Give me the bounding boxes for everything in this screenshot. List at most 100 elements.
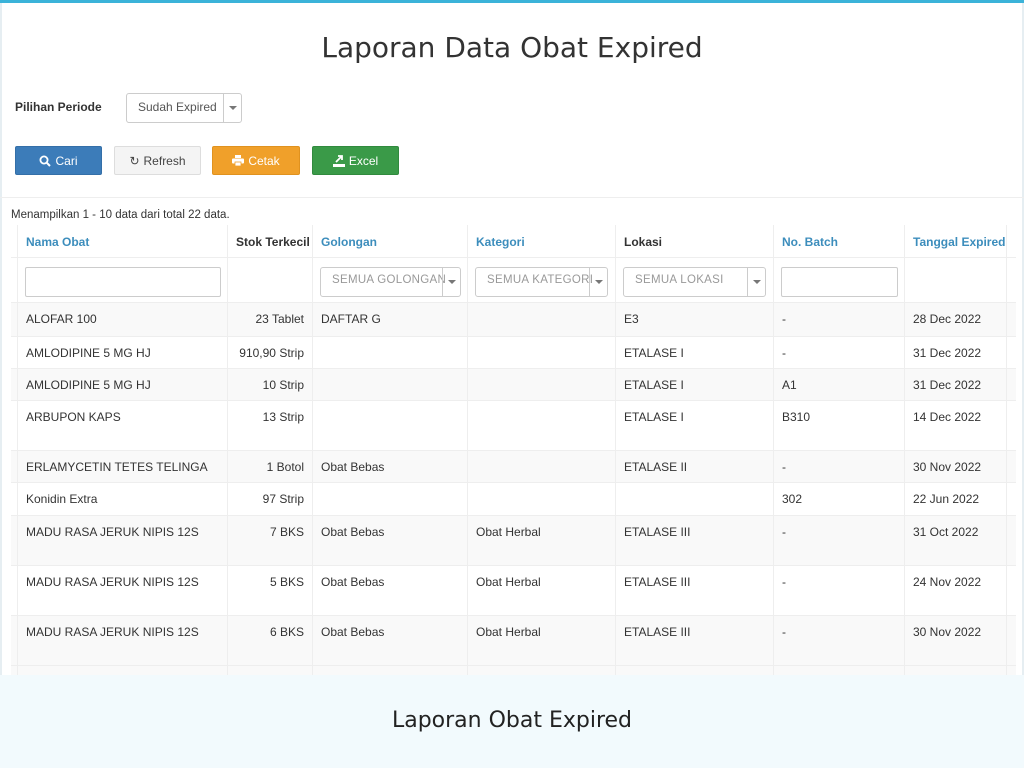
col-header-no-batch[interactable]: No. Batch [774,225,905,257]
cetak-button[interactable]: Cetak [212,146,300,175]
refresh-button[interactable]: ↻ Refresh [114,146,201,175]
cell-tanggal-expired: 28 Dec 2022 [905,303,1007,336]
excel-button[interactable]: Excel [312,146,399,175]
tanggal-expired-value: 30 Nov 2022 [913,625,982,639]
table-row[interactable]: MADU RASA JERUK NIPIS 12S 7 BKS Obat Bebas… [11,516,1016,566]
kategori-dropdown-toggle[interactable] [589,268,607,296]
tanggal-expired-value: 30 Nov 2022 [913,460,982,474]
col-header-lokasi: Lokasi [616,225,774,257]
lokasi-value: ETALASE III [624,525,691,539]
report-panel: Laporan Data Obat Expired Pilihan Period… [0,0,1024,675]
cell-kategori [468,483,616,515]
stok-value: 1 Botol [266,460,304,474]
cell-no-batch: - [774,566,905,615]
cell-tanggal-expired: 30 Nov 2022 [905,451,1007,482]
stok-value: 23 Tablet [255,312,305,326]
table-row[interactable]: AMLODIPINE 5 MG HJ 910,90 Strip ETALASE I -… [11,337,1016,369]
golongan-value: DAFTAR G [321,312,381,326]
cell-no-batch [774,666,905,675]
nama-obat-value: MADU RASA JERUK NIPIS 12S [26,625,199,639]
stok-value: 13 Strip [262,410,304,424]
pagination-summary: Menampilkan 1 - 10 data dari total 22 da… [11,209,230,221]
no-batch-value: - [782,346,786,360]
cell-nama-obat: AMLODIPINE 5 MG HJ [17,337,228,368]
cell-tanggal-expired: 30 Nov 2022 [905,616,1007,665]
cell-lokasi: ETALASE III [616,616,774,665]
cell-golongan: Obat Bebas [313,616,468,665]
lokasi-filter-select[interactable]: SEMUA LOKASI [623,267,766,297]
stok-value: 910,90 Strip [239,346,304,360]
no-batch-filter-input[interactable] [781,267,898,297]
kategori-value: Obat Herbal [476,575,541,589]
cell-golongan [313,666,468,675]
cell-nama-obat: MADU RASA JERUK NIPIS 12S [17,616,228,665]
lokasi-dropdown-toggle[interactable] [747,268,765,296]
no-batch-value: - [782,312,786,326]
cell-golongan [313,337,468,368]
cell-no-batch: - [774,516,905,565]
cell-stok [228,666,313,675]
table-row[interactable]: ARBUPON KAPS 13 Strip ETALASE I B310 14 Dec … [11,401,1016,451]
caret-down-icon [448,280,456,284]
cell-nama-obat: ALOFAR 100 [17,303,228,336]
table-row[interactable]: AMLODIPINE 5 MG HJ 10 Strip ETALASE I A1 31 … [11,369,1016,401]
cell-tanggal-expired: 31 Oct 2022 [905,516,1007,565]
golongan-filter-placeholder: SEMUA GOLONGAN [332,274,447,286]
cell-golongan [313,401,468,450]
cell-lokasi: ETALASE I [616,337,774,368]
table-row[interactable]: ALOFAR 100 23 Tablet DAFTAR G E3 - 28 Dec 202… [11,303,1016,337]
cell-kategori: Obat Herbal [468,516,616,565]
lokasi-value: ETALASE I [624,410,684,424]
col-header-tanggal-expired[interactable]: Tanggal Expired [905,225,1007,257]
kategori-filter-select[interactable]: SEMUA KATEGORI [475,267,608,297]
kategori-filter-placeholder: SEMUA KATEGORI [487,274,594,286]
col-header-nama-obat[interactable]: Nama Obat [17,225,228,257]
cell-stok: 7 BKS [228,516,313,565]
cell-golongan: Obat Bebas [313,516,468,565]
golongan-value: Obat Bebas [321,460,385,474]
cell-nama-obat: AMLODIPINE 5 MG HJ [17,369,228,400]
tanggal-expired-value: 31 Dec 2022 [913,378,982,392]
table-row[interactable]: Konidin Extra 97 Strip 302 22 Jun 2022 [11,483,1016,516]
lokasi-value: ETALASE I [624,346,684,360]
cell-lokasi: ETALASE II [616,451,774,482]
cell-no-batch: A1 [774,369,905,400]
periode-select[interactable]: Sudah Expired [126,93,242,123]
cell-no-batch: - [774,303,905,336]
tanggal-expired-value: 31 Oct 2022 [913,525,979,539]
nama-obat-value: AMLODIPINE 5 MG HJ [26,378,151,392]
tanggal-expired-value: 14 Dec 2022 [913,410,982,424]
cell-lokasi [616,666,774,675]
table-row[interactable]: ERLAMYCETIN TETES TELINGA 1 Botol Obat Beb… [11,451,1016,483]
tanggal-expired-value: 28 Dec 2022 [913,312,982,326]
kategori-value: Obat Herbal [476,625,541,639]
cell-golongan: Obat Bebas [313,566,468,615]
cell-golongan [313,483,468,515]
periode-select-value: Sudah Expired [138,100,217,114]
cell-stok: 910,90 Strip [228,337,313,368]
stok-value: 10 Strip [262,378,304,392]
cell-no-batch: B310 [774,401,905,450]
cell-kategori [468,401,616,450]
golongan-dropdown-toggle[interactable] [442,268,460,296]
cell-tanggal-expired: 22 Jun 2022 [905,483,1007,515]
golongan-filter-select[interactable]: SEMUA GOLONGAN [320,267,461,297]
cari-button-label: Cari [55,153,78,168]
table-row[interactable]: MADU RASA JERUK NIPIS 12S 6 BKS Obat Bebas… [11,616,1016,666]
cell-kategori [468,337,616,368]
col-header-kategori[interactable]: Kategori [468,225,616,257]
panel-left-border [0,3,2,675]
tanggal-expired-value: 31 Dec 2022 [913,346,982,360]
table-row[interactable]: MADU RASA JERUK NIPIS 12S 5 BKS Obat Bebas… [11,566,1016,616]
cell-stok: 5 BKS [228,566,313,615]
lokasi-value: E3 [624,312,639,326]
col-header-golongan[interactable]: Golongan [313,225,468,257]
table-row[interactable] [11,666,1016,675]
nama-obat-value: Konidin Extra [26,492,98,506]
excel-button-label: Excel [348,153,379,168]
periode-dropdown-toggle[interactable] [223,94,241,122]
caret-down-icon [229,106,237,110]
lokasi-value: ETALASE III [624,625,691,639]
nama-obat-filter-input[interactable] [25,267,221,297]
cari-button[interactable]: Cari [15,146,102,175]
